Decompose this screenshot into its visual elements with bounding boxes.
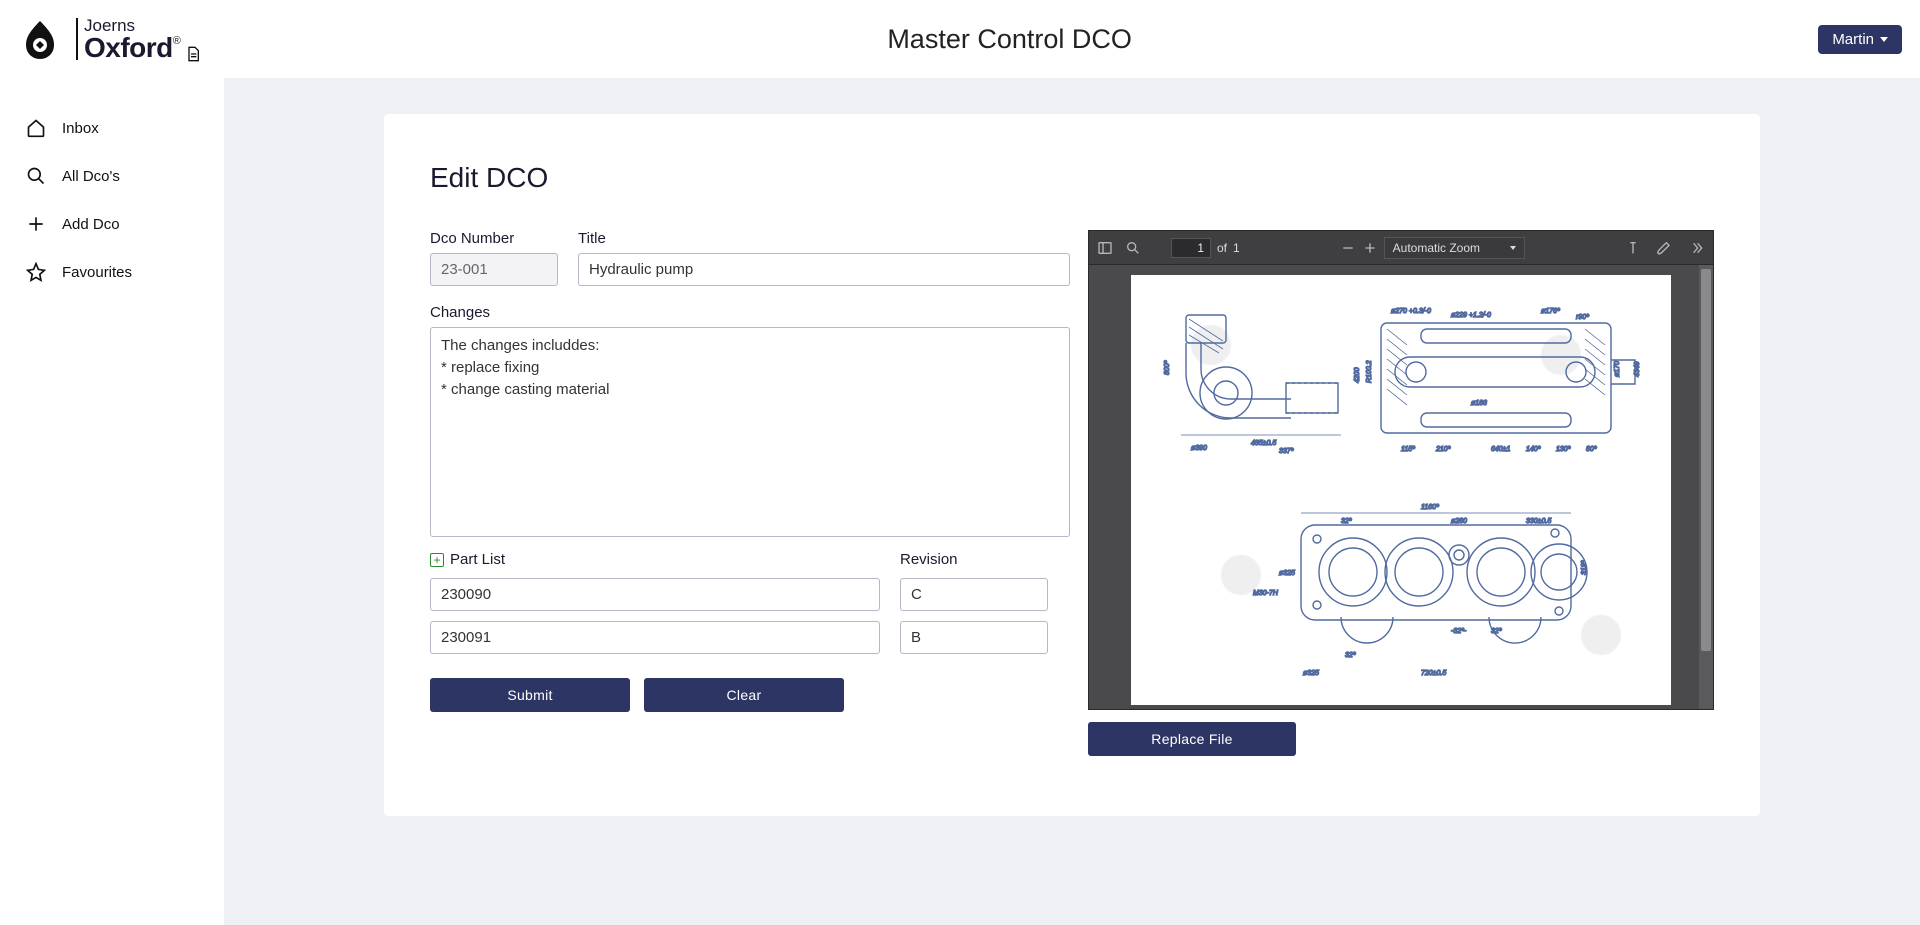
svg-text:337*: 337*: [1279, 448, 1294, 455]
svg-text:4349: 4349: [1634, 361, 1641, 377]
svg-text:ø176*: ø176*: [1541, 308, 1560, 315]
sidebar-item-inbox[interactable]: Inbox: [0, 104, 224, 152]
user-name: Martin: [1832, 31, 1874, 48]
label-dco-number: Dco Number: [430, 230, 558, 247]
changes-textarea[interactable]: [430, 327, 1070, 537]
sidebar-item-label: Add Dco: [62, 216, 120, 233]
svg-text:130*: 130*: [1556, 446, 1571, 453]
svg-text:ø270 +0.3/-0: ø270 +0.3/-0: [1391, 308, 1431, 315]
dco-number-input: [430, 253, 558, 286]
svg-text:800*: 800*: [1164, 360, 1171, 375]
part-revision-input[interactable]: [900, 578, 1048, 611]
more-tools-icon[interactable]: [1689, 240, 1705, 256]
chevron-down-icon: [1880, 37, 1888, 42]
svg-text:-32*-: -32*-: [1451, 628, 1467, 635]
title-input[interactable]: [578, 253, 1070, 286]
svg-text:ø186: ø186: [1471, 400, 1487, 407]
svg-text:32*: 32*: [1341, 518, 1352, 525]
svg-text:485±0.5: 485±0.5: [1251, 440, 1276, 447]
pdf-page-of: of: [1217, 241, 1227, 255]
svg-text:M30-7H: M30-7H: [1253, 590, 1279, 597]
sidebar-item-add-dco[interactable]: Add Dco: [0, 200, 224, 248]
svg-text:4200: 4200: [1354, 367, 1361, 383]
sidebar-item-label: Favourites: [62, 264, 132, 281]
pdf-scrollbar[interactable]: [1699, 265, 1713, 709]
label-title: Title: [578, 230, 1070, 247]
pdf-page: 485±0.5 ø390 800* 337*: [1131, 275, 1671, 705]
add-part-icon[interactable]: +: [430, 553, 444, 567]
clear-button[interactable]: Clear: [644, 678, 844, 712]
pdf-body[interactable]: 485±0.5 ø390 800* 337*: [1089, 265, 1713, 709]
svg-text:ø229 +1.2/-0: ø229 +1.2/-0: [1451, 312, 1491, 319]
brand-logo: Joerns Oxford ®: [18, 14, 201, 64]
part-row: [430, 621, 1070, 654]
pdf-page-total: 1: [1233, 241, 1240, 255]
sidebar-item-all-dcos[interactable]: All Dco's: [0, 152, 224, 200]
brand-reg: ®: [173, 36, 181, 47]
search-icon[interactable]: [1125, 240, 1141, 256]
page-title: Master Control DCO: [201, 24, 1818, 55]
replace-file-button[interactable]: Replace File: [1088, 722, 1296, 756]
pdf-viewer: of 1 Automat: [1088, 230, 1714, 710]
svg-text:115*: 115*: [1401, 446, 1415, 453]
svg-text:140*: 140*: [1526, 446, 1541, 453]
svg-text:R100.2: R100.2: [1366, 360, 1373, 383]
svg-text:319*: 319*: [1581, 560, 1588, 575]
logo-document-icon: [185, 46, 201, 62]
pdf-toolbar: of 1 Automat: [1089, 231, 1713, 265]
svg-text:210*: 210*: [1435, 446, 1451, 453]
form-heading: Edit DCO: [430, 162, 1714, 194]
sidebar-item-favourites[interactable]: Favourites: [0, 248, 224, 296]
svg-text:ø170: ø170: [1614, 361, 1621, 377]
zoom-in-icon[interactable]: [1362, 240, 1378, 256]
pdf-page-input[interactable]: [1171, 238, 1211, 258]
svg-text:ø390: ø390: [1191, 445, 1207, 452]
chevron-down-icon: [1510, 246, 1516, 250]
plus-icon: [26, 214, 46, 234]
svg-text:32*: 32*: [1491, 628, 1502, 635]
technical-drawing-icon: 485±0.5 ø390 800* 337*: [1131, 275, 1671, 705]
logo-divider-icon: [76, 14, 78, 64]
svg-text:ø325: ø325: [1303, 670, 1319, 677]
app-header: Joerns Oxford ® Master Control DCO Marti…: [0, 0, 1920, 78]
sidebar-item-label: Inbox: [62, 120, 99, 137]
logo-mark-icon: [18, 15, 70, 63]
zoom-out-icon[interactable]: [1340, 240, 1356, 256]
viewer-column: of 1 Automat: [1088, 230, 1714, 756]
main-content: Edit DCO Dco Number Title: [224, 78, 1920, 925]
draw-tool-icon[interactable]: [1657, 240, 1673, 256]
zoom-label: Automatic Zoom: [1393, 241, 1480, 255]
label-revision: Revision: [900, 551, 958, 568]
brand-top: Joerns: [84, 17, 181, 34]
search-icon: [26, 166, 46, 186]
part-revision-input[interactable]: [900, 621, 1048, 654]
svg-text:ø280: ø280: [1451, 518, 1467, 525]
svg-text:720±0.5: 720±0.5: [1421, 670, 1446, 677]
sidebar: Inbox All Dco's Add Dco Favourites: [0, 78, 224, 925]
edit-dco-card: Edit DCO Dco Number Title: [384, 114, 1760, 816]
sidebar-item-label: All Dco's: [62, 168, 120, 185]
svg-text:640±1: 640±1: [1491, 446, 1511, 453]
part-number-input[interactable]: [430, 621, 880, 654]
svg-text:80*: 80*: [1586, 446, 1597, 453]
svg-text:330±0.5: 330±0.5: [1526, 518, 1551, 525]
label-changes: Changes: [430, 304, 1070, 321]
svg-text:ø325: ø325: [1279, 570, 1295, 577]
part-row: [430, 578, 1070, 611]
svg-text:r90*: r90*: [1576, 314, 1589, 321]
svg-text:1160*: 1160*: [1421, 504, 1439, 511]
label-part-list: Part List: [450, 551, 505, 568]
home-icon: [26, 118, 46, 138]
text-tool-icon[interactable]: [1625, 240, 1641, 256]
part-number-input[interactable]: [430, 578, 880, 611]
zoom-select[interactable]: Automatic Zoom: [1384, 237, 1525, 259]
submit-button[interactable]: Submit: [430, 678, 630, 712]
svg-text:32*: 32*: [1345, 652, 1356, 659]
pdf-scroll-thumb[interactable]: [1701, 269, 1711, 651]
form-column: Dco Number Title Changes: [430, 230, 1070, 712]
sidebar-toggle-icon[interactable]: [1097, 240, 1113, 256]
brand-bottom: Oxford: [84, 34, 173, 62]
star-icon: [26, 262, 46, 282]
user-menu-button[interactable]: Martin: [1818, 25, 1902, 54]
